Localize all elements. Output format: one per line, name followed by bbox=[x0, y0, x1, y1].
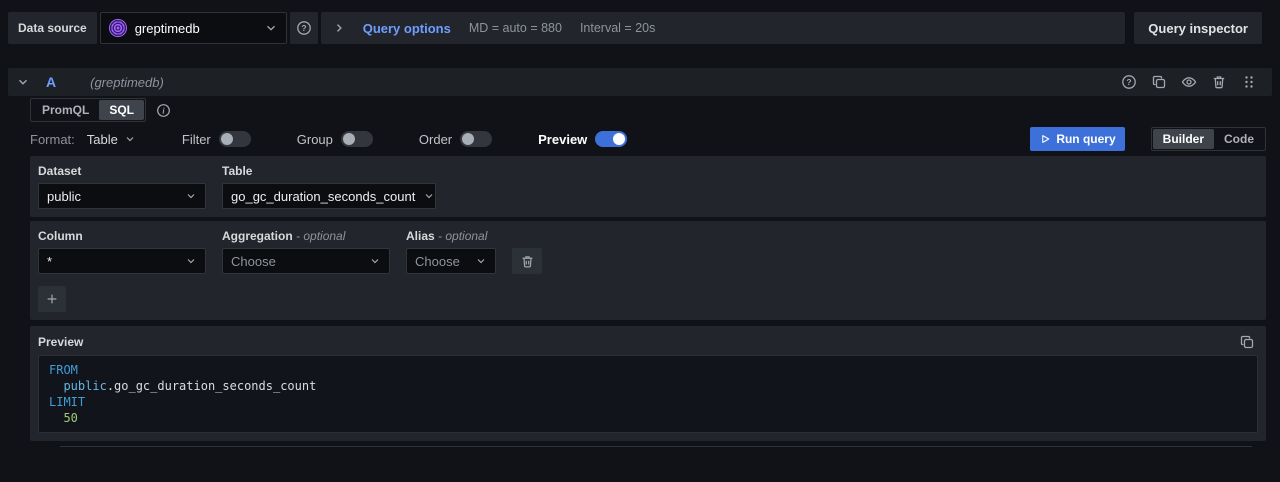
dataset-field: Dataset public bbox=[38, 164, 206, 209]
interval-value: Interval = 20s bbox=[579, 21, 656, 35]
chevron-down-icon bbox=[369, 255, 381, 267]
chevron-down-icon bbox=[475, 255, 487, 267]
hide-query-eye-button[interactable] bbox=[1178, 71, 1200, 93]
greptimedb-logo-icon bbox=[108, 19, 127, 37]
preview-switch[interactable] bbox=[595, 131, 628, 147]
query-options-link[interactable]: Query options bbox=[363, 21, 451, 36]
order-toggle: Order bbox=[419, 131, 493, 147]
editor-mode-group: Builder Code bbox=[1150, 127, 1266, 151]
svg-text:?: ? bbox=[1126, 77, 1131, 87]
collapse-chevron-down-icon[interactable] bbox=[16, 75, 30, 89]
chevron-down-icon bbox=[185, 255, 197, 267]
remove-column-trash-button[interactable] bbox=[512, 248, 542, 274]
alias-select[interactable]: Choose bbox=[406, 248, 496, 274]
add-column-button[interactable] bbox=[38, 286, 66, 312]
dataset-select[interactable]: public bbox=[38, 183, 206, 209]
drag-handle-icon[interactable] bbox=[1238, 71, 1260, 93]
column-label: Column bbox=[38, 229, 83, 243]
duplicate-query-button[interactable] bbox=[1148, 71, 1170, 93]
dataset-table-panel: Dataset public Table go_gc_duration_seco… bbox=[30, 156, 1266, 217]
column-field: Column * bbox=[38, 229, 206, 274]
column-select[interactable]: * bbox=[38, 248, 206, 274]
table-label: Table bbox=[222, 164, 253, 178]
optional-hint: - optional bbox=[296, 229, 346, 243]
query-help-button[interactable]: ? bbox=[1118, 71, 1140, 93]
trash-icon bbox=[520, 254, 535, 269]
query-toolbar: Data source greptimedb ? Query options M… bbox=[8, 12, 1262, 44]
preview-panel: Preview FROM public.go_gc_duration_secon… bbox=[30, 326, 1266, 441]
aggregation-label: Aggregation - optional bbox=[222, 229, 346, 243]
chevron-down-icon bbox=[264, 21, 278, 35]
group-toggle: Group bbox=[297, 131, 373, 147]
tab-builder[interactable]: Builder bbox=[1152, 129, 1214, 149]
language-radio-group: PromQL SQL bbox=[30, 98, 147, 122]
table-field: Table go_gc_duration_seconds_count bbox=[222, 164, 436, 209]
play-icon bbox=[1039, 133, 1051, 145]
language-toggle-row: PromQL SQL i bbox=[30, 98, 1266, 122]
aggregation-field: Aggregation - optional Choose bbox=[222, 229, 390, 274]
format-select[interactable]: Table bbox=[87, 132, 136, 147]
max-data-points-value: MD = auto = 880 bbox=[468, 21, 562, 35]
preview-toggle: Preview bbox=[538, 131, 628, 147]
datasource-help-button[interactable]: ? bbox=[289, 12, 318, 44]
filter-switch[interactable] bbox=[218, 131, 251, 147]
group-switch[interactable] bbox=[340, 131, 373, 147]
dataset-label: Dataset bbox=[38, 164, 82, 178]
format-value: Table bbox=[86, 131, 118, 147]
optional-hint: - optional bbox=[438, 229, 488, 243]
tab-promql[interactable]: PromQL bbox=[32, 100, 99, 120]
aggregation-select[interactable]: Choose bbox=[222, 248, 390, 274]
datasource-value: greptimedb bbox=[134, 20, 200, 36]
tab-sql[interactable]: SQL bbox=[99, 100, 145, 120]
alias-field: Alias - optional Choose bbox=[406, 229, 496, 274]
chevron-down-icon bbox=[185, 190, 197, 202]
query-row-divider bbox=[60, 446, 1252, 447]
query-editor-body: PromQL SQL i Format: Table Filter Group … bbox=[30, 98, 1266, 447]
preview-label: Preview bbox=[38, 335, 84, 349]
query-inspector-button[interactable]: Query inspector bbox=[1134, 12, 1262, 44]
delete-query-trash-button[interactable] bbox=[1208, 71, 1230, 93]
svg-text:?: ? bbox=[301, 23, 306, 33]
help-circle-icon: ? bbox=[296, 20, 312, 36]
run-query-button[interactable]: Run query bbox=[1030, 127, 1125, 151]
query-options-bar[interactable]: Query options MD = auto = 880 Interval =… bbox=[320, 12, 1126, 44]
table-select[interactable]: go_gc_duration_seconds_count bbox=[222, 183, 436, 209]
sql-code[interactable]: FROM public.go_gc_duration_seconds_count… bbox=[38, 355, 1258, 433]
format-label: Format: bbox=[30, 131, 75, 147]
chevron-down-icon bbox=[423, 190, 435, 202]
query-row-header[interactable]: A (greptimedb) ? bbox=[8, 68, 1272, 96]
info-circle-icon[interactable]: i bbox=[156, 103, 171, 118]
tab-code[interactable]: Code bbox=[1214, 129, 1264, 149]
svg-text:i: i bbox=[162, 106, 165, 115]
plus-icon bbox=[45, 292, 59, 306]
copy-sql-button[interactable] bbox=[1236, 331, 1258, 353]
datasource-picker[interactable]: greptimedb bbox=[99, 12, 287, 44]
order-switch[interactable] bbox=[460, 131, 493, 147]
chevron-down-icon bbox=[124, 133, 136, 145]
columns-panel: Column * Aggregation - optional Choose A… bbox=[30, 221, 1266, 320]
datasource-label: Data source bbox=[8, 12, 97, 44]
query-datasource-hint: (greptimedb) bbox=[90, 74, 164, 90]
format-row: Format: Table Filter Group Order Preview bbox=[30, 126, 1266, 152]
query-ref-id[interactable]: A bbox=[46, 74, 56, 90]
filter-toggle: Filter bbox=[182, 131, 251, 147]
chevron-right-icon bbox=[333, 22, 345, 34]
alias-label: Alias - optional bbox=[406, 229, 488, 243]
